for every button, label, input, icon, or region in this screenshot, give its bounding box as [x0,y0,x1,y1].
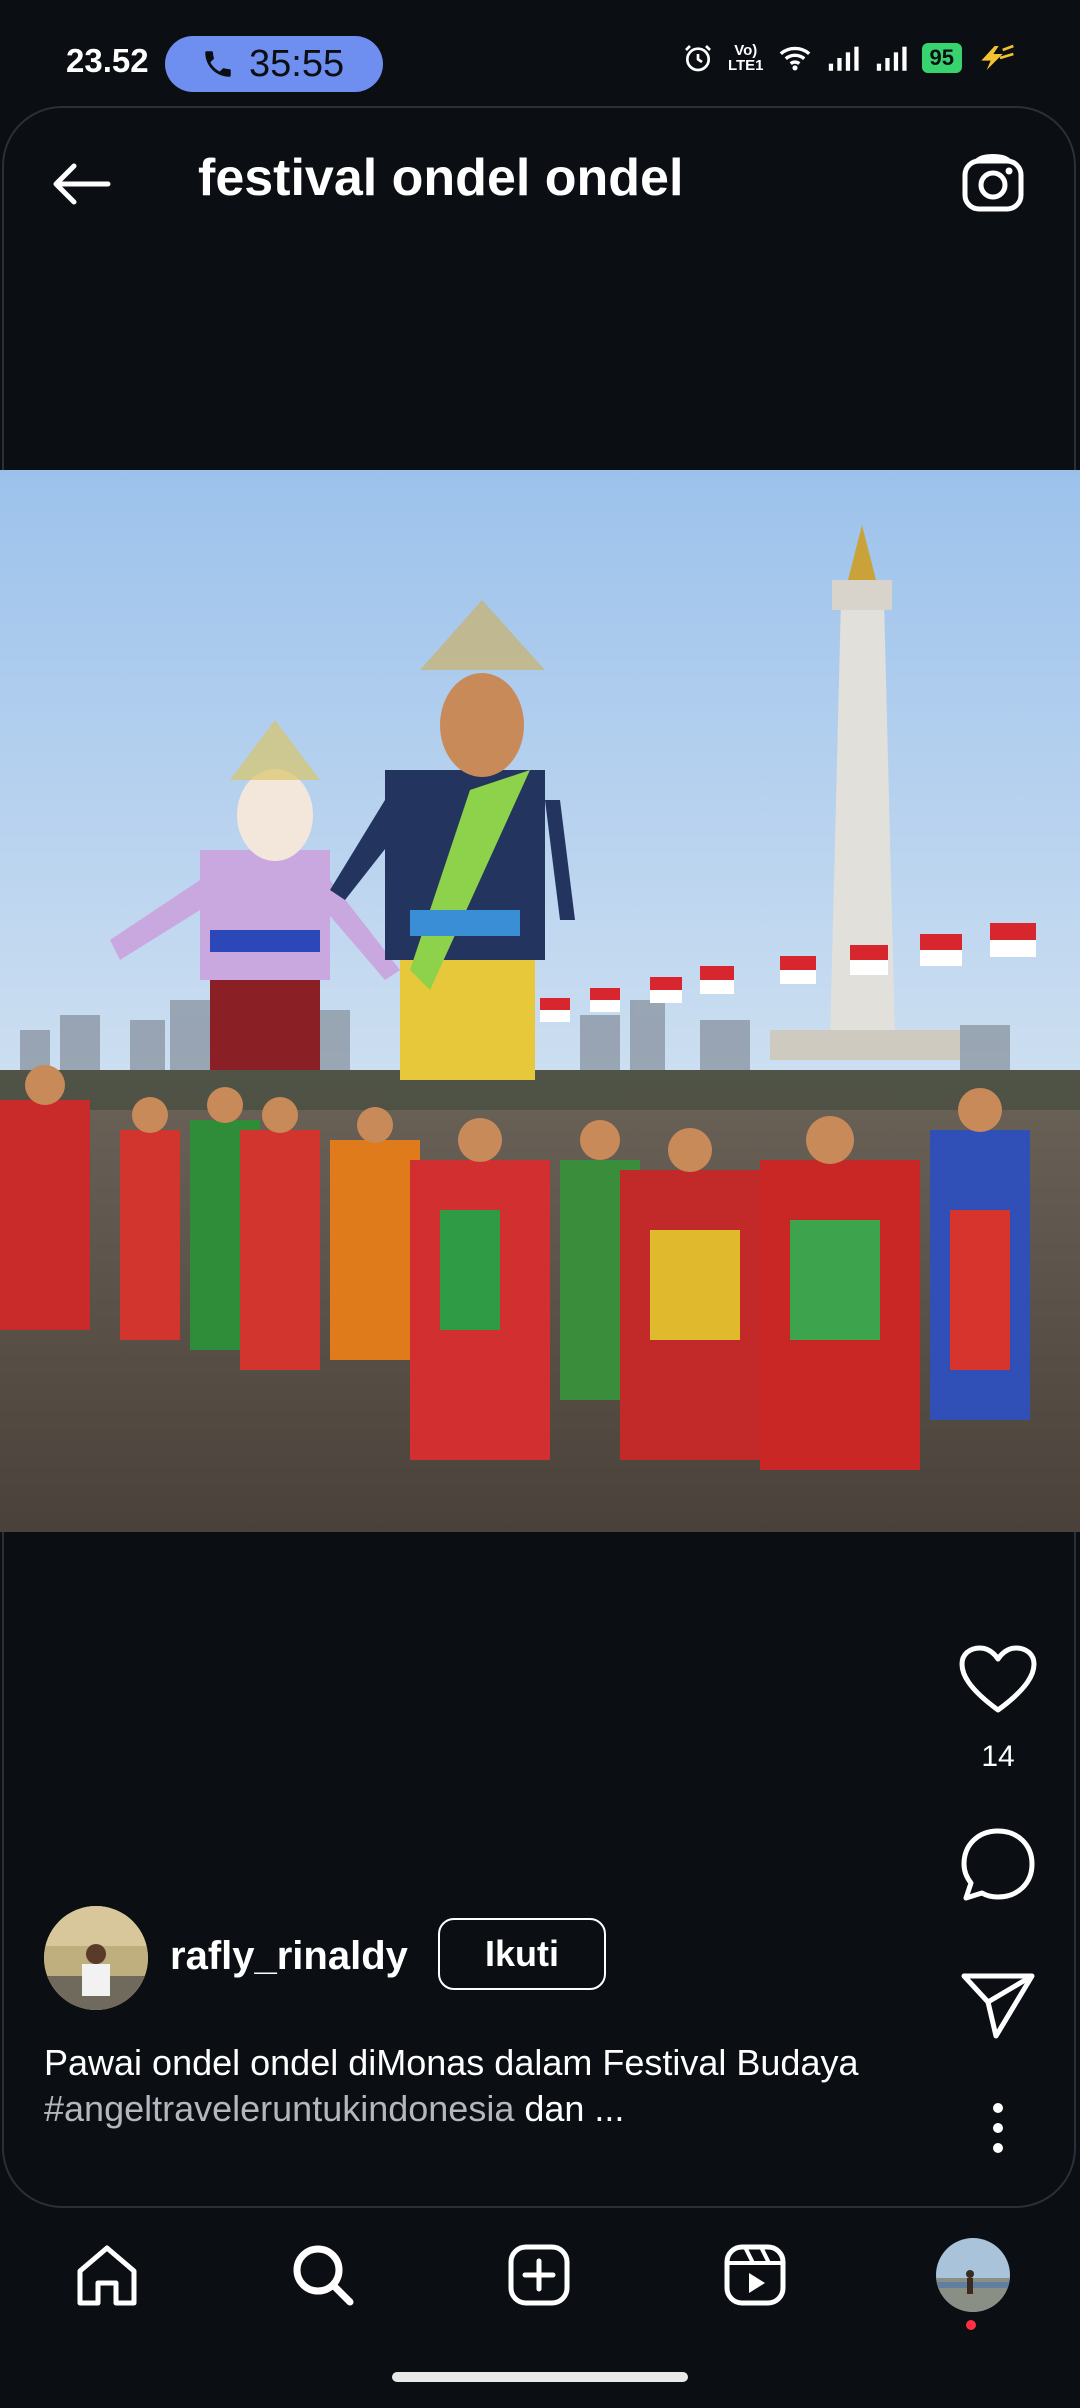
camera-icon [962,154,1024,212]
volte-lte-icon: Vo) LTE1 [727,42,764,74]
follow-button[interactable]: Ikuti [438,1918,606,1990]
home-indicator[interactable] [392,2372,688,2382]
post-photo[interactable] [0,470,1080,1532]
home-icon [77,2245,137,2306]
caption-hashtag[interactable]: #angeltraveleruntukindonesia [44,2088,514,2129]
signal-icon [828,46,859,71]
call-timer: 35:55 [249,42,345,85]
bottom-navigation [0,2210,1080,2340]
phone-icon [205,51,231,77]
ongoing-call-pill[interactable]: 35:55 [165,36,383,92]
search-icon [293,2245,354,2306]
more-options-button[interactable] [978,2100,1018,2156]
alarm-icon [685,45,711,72]
nav-reels[interactable] [710,2230,800,2320]
caption-text: Pawai ondel ondel diMonas dalam Festival… [44,2042,859,2083]
festival-photo-illustration [0,470,1080,1532]
caption-more[interactable]: dan ... [514,2088,624,2129]
post-caption[interactable]: Pawai ondel ondel diMonas dalam Festival… [44,2040,864,2132]
like-count[interactable]: 14 [968,1740,1028,1774]
more-vertical-icon [993,2103,1003,2153]
paper-plane-icon [961,1973,1035,2039]
back-button[interactable] [44,152,116,216]
nav-profile[interactable] [928,2230,1018,2320]
avatar-image [44,1906,148,2010]
notification-dot [966,2320,976,2330]
nav-search[interactable] [278,2230,368,2320]
reels-icon [724,2244,786,2306]
profile-avatar [936,2238,1010,2312]
status-time: 23.52 [66,42,149,79]
wifi-icon [779,46,810,71]
charging-icon [981,44,1014,70]
arrow-left-icon [53,163,111,205]
comment-button[interactable] [958,1826,1038,1904]
like-button[interactable] [958,1644,1038,1716]
share-button[interactable] [958,1970,1038,2040]
author-avatar[interactable] [44,1906,148,2010]
heart-icon [959,1645,1037,1713]
nav-create[interactable] [494,2230,584,2320]
status-bar: 23.52 35:55 Vo) LTE1 95 [0,0,1080,110]
status-icons: Vo) LTE1 95 [682,42,1016,74]
camera-button[interactable] [958,150,1028,216]
signal-icon [876,46,907,71]
create-icon [508,2244,570,2306]
comment-bubble-icon [961,1828,1035,1901]
author-username[interactable]: rafly_rinaldy [170,1934,408,1979]
page-title: festival ondel ondel [198,149,684,207]
nav-home[interactable] [62,2230,152,2320]
battery-icon: 95 [921,43,962,73]
